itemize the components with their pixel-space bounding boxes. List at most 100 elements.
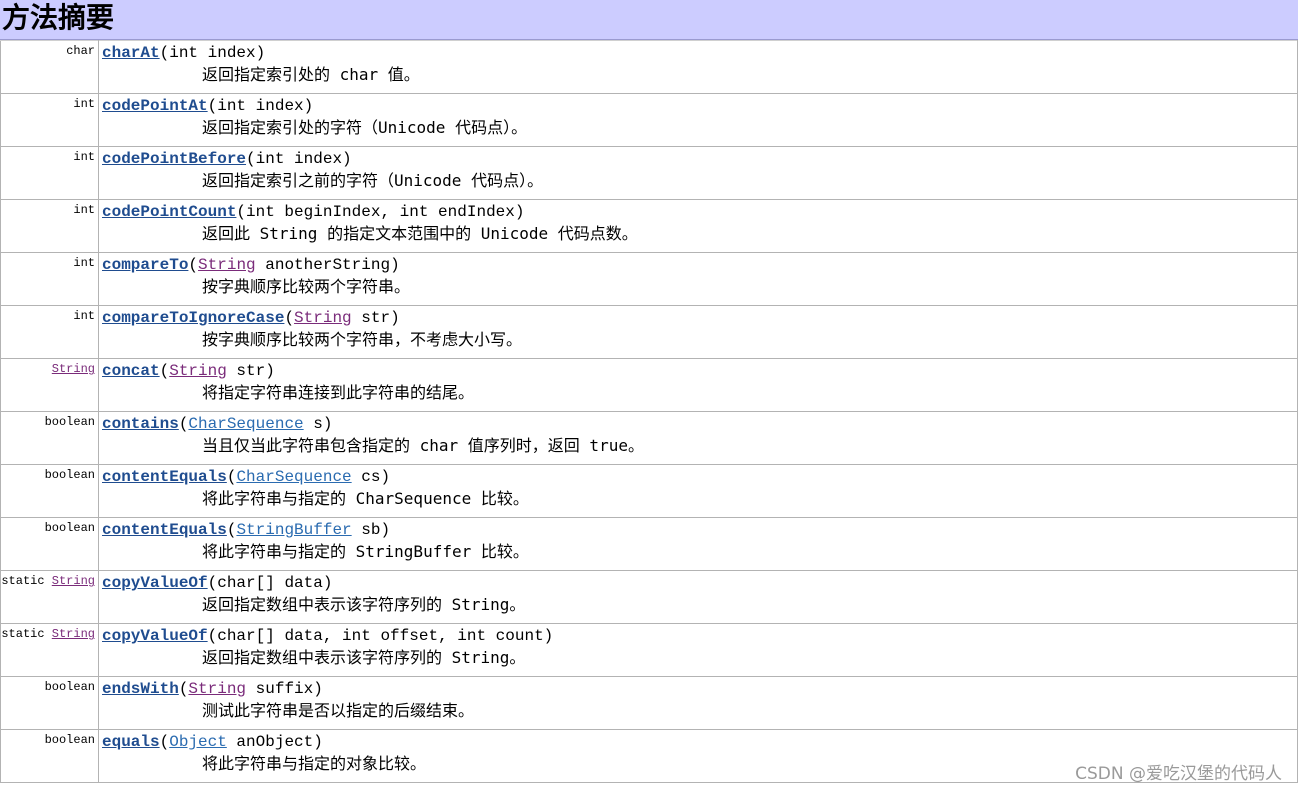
signature-cell: contains(CharSequence s) 当且仅当此字符串包含指定的 ch… — [98, 411, 1298, 465]
method-summary-table: char charAt(int index) 返回指定索引处的 char 值。 int… — [0, 40, 1298, 783]
modifier-text: char — [66, 44, 95, 58]
return-type-link[interactable]: String — [52, 574, 95, 588]
signature-line: copyValueOf(char[] data) — [102, 573, 1297, 594]
method-name-link[interactable]: contains — [102, 415, 179, 433]
modifier-cell: int — [0, 199, 99, 253]
signature-cell: copyValueOf(char[] data) 返回指定数组中表示该字符序列的 … — [98, 570, 1298, 624]
modifier-text: int — [73, 309, 95, 323]
params-text-end: cs) — [351, 468, 391, 486]
param-type-link[interactable]: CharSequence — [236, 468, 351, 486]
params-text: (int beginIndex, int endIndex) — [236, 203, 525, 221]
signature-cell: copyValueOf(char[] data, int offset, int… — [98, 623, 1298, 677]
param-type-link[interactable]: StringBuffer — [236, 521, 351, 539]
method-description: 测试此字符串是否以指定的后缀结束。 — [202, 701, 475, 720]
method-name-link[interactable]: endsWith — [102, 680, 179, 698]
method-row: String concat(String str) 将指定字符串连接到此字符串的结尾… — [0, 358, 1298, 412]
method-row: int codePointCount(int beginIndex, int en… — [0, 199, 1298, 253]
signature-line: copyValueOf(char[] data, int offset, int… — [102, 626, 1297, 647]
params-text: ( — [178, 680, 189, 698]
watermark: CSDN @爱吃汉堡的代码人 — [1075, 764, 1282, 784]
method-description: 按字典顺序比较两个字符串，不考虑大小写。 — [202, 330, 523, 349]
method-name-link[interactable]: charAt — [102, 44, 160, 62]
method-name-link[interactable]: concat — [102, 362, 160, 380]
method-description: 当且仅当此字符串包含指定的 char 值序列时，返回 true。 — [202, 436, 644, 455]
signature-cell: contentEquals(CharSequence cs) 将此字符串与指定的 … — [98, 464, 1298, 518]
method-summary-page: 方法摘要 char charAt(int index) 返回指定索引处的 char … — [0, 0, 1298, 792]
method-name-link[interactable]: codePointCount — [102, 203, 236, 221]
method-description: 返回指定索引处的 char 值。 — [202, 65, 420, 84]
signature-cell: charAt(int index) 返回指定索引处的 char 值。 — [98, 40, 1298, 94]
modifier-cell: boolean — [0, 411, 99, 465]
modifier-text: boolean — [44, 468, 95, 482]
params-text: ( — [188, 256, 199, 274]
method-name-link[interactable]: contentEquals — [102, 468, 227, 486]
modifier-text: static — [1, 574, 45, 588]
method-name-link[interactable]: compareToIgnoreCase — [102, 309, 284, 327]
method-description: 按字典顺序比较两个字符串。 — [202, 277, 411, 296]
method-name-link[interactable]: copyValueOf — [102, 627, 208, 645]
method-description: 将此字符串与指定的 StringBuffer 比较。 — [202, 542, 529, 561]
params-text-end: anotherString) — [255, 256, 400, 274]
method-row: int compareTo(String anotherString) 按字典顺序比… — [0, 252, 1298, 306]
method-description: 返回指定索引之前的字符（Unicode 代码点）。 — [202, 171, 544, 190]
signature-cell: compareToIgnoreCase(String str) 按字典顺序比较两个… — [98, 305, 1298, 359]
method-row: char charAt(int index) 返回指定索引处的 char 值。 — [0, 40, 1298, 94]
modifier-text: int — [73, 256, 95, 270]
modifier-text: int — [73, 150, 95, 164]
modifier-text: boolean — [44, 680, 95, 694]
signature-cell: contentEquals(StringBuffer sb) 将此字符串与指定的 … — [98, 517, 1298, 571]
modifier-cell: static String — [0, 623, 99, 677]
params-text: (int index) — [207, 97, 314, 115]
params-text-end: suffix) — [246, 680, 323, 698]
modifier-cell: char — [0, 40, 99, 94]
param-type-link[interactable]: CharSequence — [188, 415, 303, 433]
method-name-link[interactable]: contentEquals — [102, 521, 227, 539]
signature-line: compareToIgnoreCase(String str) — [102, 308, 1297, 329]
params-text-end: str) — [351, 309, 400, 327]
signature-line: codePointBefore(int index) — [102, 149, 1297, 170]
method-description: 返回指定数组中表示该字符序列的 String。 — [202, 648, 526, 667]
method-row: boolean contains(CharSequence s) 当且仅当此字符串包… — [0, 411, 1298, 465]
param-type-link[interactable]: String — [188, 680, 246, 698]
method-name-link[interactable]: compareTo — [102, 256, 188, 274]
param-type-link[interactable]: Object — [169, 733, 227, 751]
params-text: ( — [226, 521, 237, 539]
signature-line: charAt(int index) — [102, 43, 1297, 64]
method-row: int codePointBefore(int index) 返回指定索引之前的字符… — [0, 146, 1298, 200]
return-type-link[interactable]: String — [52, 627, 95, 641]
method-description: 返回指定数组中表示该字符序列的 String。 — [202, 595, 526, 614]
signature-line: concat(String str) — [102, 361, 1297, 382]
params-text: ( — [226, 468, 237, 486]
method-row: int codePointAt(int index) 返回指定索引处的字符（Unic… — [0, 93, 1298, 147]
modifier-cell: static String — [0, 570, 99, 624]
modifier-text: static — [1, 627, 45, 641]
params-text: ( — [159, 362, 170, 380]
signature-line: contentEquals(StringBuffer sb) — [102, 520, 1297, 541]
modifier-text: int — [73, 97, 95, 111]
modifier-cell: int — [0, 305, 99, 359]
modifier-cell: boolean — [0, 676, 99, 730]
return-type-link[interactable]: String — [52, 362, 95, 376]
param-type-link[interactable]: String — [198, 256, 256, 274]
section-title: 方法摘要 — [2, 1, 115, 34]
method-row: static String copyValueOf(char[] data) 返回指… — [0, 570, 1298, 624]
signature-cell: compareTo(String anotherString) 按字典顺序比较两个… — [98, 252, 1298, 306]
params-text-end: s) — [303, 415, 333, 433]
signature-line: codePointCount(int beginIndex, int endIn… — [102, 202, 1297, 223]
modifier-cell: String — [0, 358, 99, 412]
param-type-link[interactable]: String — [169, 362, 227, 380]
param-type-link[interactable]: String — [294, 309, 352, 327]
params-text: (int index) — [246, 150, 352, 168]
modifier-cell: boolean — [0, 729, 99, 783]
method-row: static String copyValueOf(char[] data, in… — [0, 623, 1298, 677]
method-name-link[interactable]: copyValueOf — [102, 574, 208, 592]
method-name-link[interactable]: codePointAt — [102, 97, 208, 115]
method-name-link[interactable]: equals — [102, 733, 160, 751]
signature-cell: endsWith(String suffix) 测试此字符串是否以指定的后缀结束。 — [98, 676, 1298, 730]
modifier-text: boolean — [44, 415, 95, 429]
params-text-end: str) — [226, 362, 275, 380]
modifier-cell: boolean — [0, 464, 99, 518]
section-header: 方法摘要 — [0, 0, 1298, 40]
method-description: 返回指定索引处的字符（Unicode 代码点）。 — [202, 118, 528, 137]
method-name-link[interactable]: codePointBefore — [102, 150, 246, 168]
